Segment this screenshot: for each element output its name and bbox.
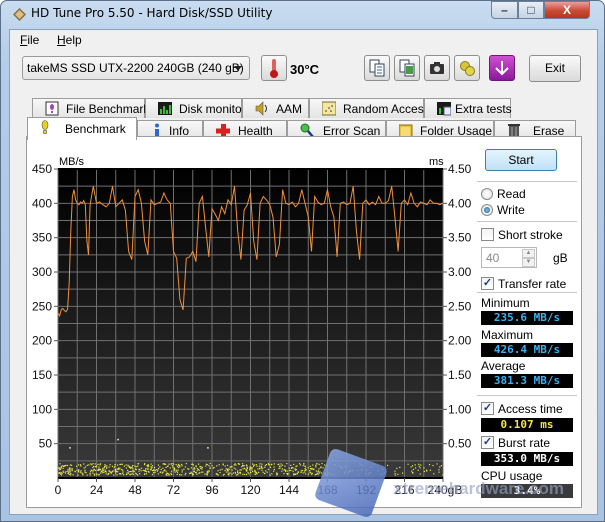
divider bbox=[477, 221, 577, 222]
burst-rate-label: Burst rate bbox=[498, 436, 551, 450]
side-controls: Start Read Write Short stroke 40 ▲ ▼ gB … bbox=[1, 1, 605, 522]
average-label: Average bbox=[481, 359, 526, 373]
spin-down-icon[interactable]: ▼ bbox=[522, 258, 535, 267]
maximum-label: Maximum bbox=[481, 328, 534, 342]
minimum-value: 235.6 MB/s bbox=[481, 311, 573, 325]
divider bbox=[477, 181, 577, 182]
watermark-text: xtremehardware.com bbox=[393, 479, 565, 498]
transfer-rate-label: Transfer rate bbox=[498, 277, 567, 291]
write-radio[interactable] bbox=[481, 204, 493, 216]
read-radio[interactable] bbox=[481, 188, 493, 200]
maximum-value: 426.4 MB/s bbox=[481, 343, 573, 357]
spin-up-icon[interactable]: ▲ bbox=[522, 249, 535, 258]
divider bbox=[477, 395, 577, 396]
access-time-label: Access time bbox=[498, 402, 563, 416]
start-button[interactable]: Start bbox=[485, 149, 557, 171]
short-stroke-input[interactable]: 40 ▲ ▼ bbox=[481, 247, 537, 268]
access-time-checkbox[interactable]: ✓ bbox=[481, 402, 494, 415]
burst-rate-value: 353.0 MB/s bbox=[481, 452, 573, 466]
short-stroke-label: Short stroke bbox=[498, 228, 563, 242]
short-stroke-checkbox[interactable] bbox=[481, 228, 494, 241]
write-label: Write bbox=[497, 203, 525, 217]
burst-rate-checkbox[interactable]: ✓ bbox=[481, 436, 494, 449]
read-label: Read bbox=[497, 187, 526, 201]
app-window: HD Tune Pro 5.50 - Hard Disk/SSD Utility… bbox=[0, 0, 605, 522]
short-stroke-unit: gB bbox=[553, 251, 568, 265]
minimum-label: Minimum bbox=[481, 296, 530, 310]
average-value: 381.3 MB/s bbox=[481, 374, 573, 388]
access-time-value: 0.107 ms bbox=[481, 418, 573, 432]
transfer-rate-checkbox[interactable]: ✓ bbox=[481, 277, 494, 290]
divider bbox=[477, 292, 577, 293]
